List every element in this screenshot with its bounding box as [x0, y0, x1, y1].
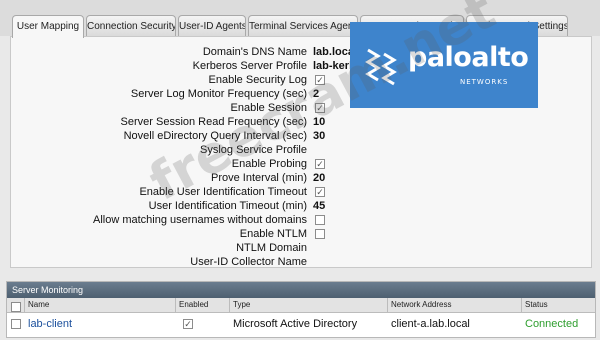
column-header-enabled[interactable]: Enabled	[179, 298, 208, 312]
logo-subtext: NETWORKS	[460, 78, 509, 86]
setting-row: Novell eDirectory Query Interval (sec) 3…	[11, 130, 593, 143]
server-monitoring-title: Server Monitoring	[7, 282, 595, 298]
setting-row: Enable Probing ✓	[11, 158, 593, 171]
setting-checkbox[interactable]: ✓	[315, 187, 325, 197]
paloalto-mark-icon	[365, 48, 397, 86]
tab-terminal-services-agents[interactable]: Terminal Services Agents	[248, 15, 358, 37]
setting-label: Server Session Read Frequency (sec)	[120, 116, 307, 128]
server-name-link[interactable]: lab-client	[28, 313, 72, 335]
setting-label: Enable NTLM	[239, 228, 307, 240]
setting-label: Server Log Monitor Frequency (sec)	[130, 88, 307, 100]
tab-user-mapping[interactable]: User Mapping	[12, 15, 84, 38]
setting-row: Server Session Read Frequency (sec) 10	[11, 116, 593, 129]
column-header-name[interactable]: Name	[28, 298, 49, 312]
setting-label: Domain's DNS Name	[202, 46, 307, 58]
setting-checkbox[interactable]	[315, 229, 325, 239]
setting-row: Enable User Identification Timeout ✓	[11, 186, 593, 199]
logo-wordmark: paloalto	[408, 42, 529, 73]
setting-checkbox[interactable]: ✓	[315, 103, 325, 113]
tab-user-id-agents[interactable]: User-ID Agents	[178, 15, 246, 37]
setting-label: Syslog Service Profile	[200, 144, 307, 156]
setting-label: Prove Interval (min)	[211, 172, 307, 184]
setting-label: Novell eDirectory Query Interval (sec)	[123, 130, 307, 142]
setting-row: User Identification Timeout (min) 45	[11, 200, 593, 213]
column-header-type[interactable]: Type	[233, 298, 250, 312]
setting-row: NTLM Domain	[11, 242, 593, 255]
setting-label: Enable Security Log	[208, 74, 307, 86]
setting-label: Kerberos Server Profile	[192, 60, 307, 72]
setting-value: 2	[313, 88, 320, 100]
setting-value: 30	[313, 130, 326, 142]
setting-value: 10	[313, 116, 326, 128]
column-header-network-address[interactable]: Network Address	[391, 298, 451, 312]
setting-row: Allow matching usernames without domains	[11, 214, 593, 227]
tab-connection-security[interactable]: Connection Security	[86, 15, 176, 37]
setting-label: Enable Session	[230, 102, 307, 114]
server-type: Microsoft Active Directory	[233, 318, 358, 330]
setting-label: User Identification Timeout (min)	[148, 200, 307, 212]
column-header-status[interactable]: Status	[525, 298, 548, 312]
setting-label: Enable Probing	[231, 158, 307, 170]
setting-checkbox[interactable]: ✓	[315, 75, 325, 85]
server-monitoring-header: Name Enabled Type Network Address Status	[7, 298, 595, 313]
select-all-checkbox[interactable]	[11, 302, 21, 312]
setting-label: Allow matching usernames without domains	[93, 214, 307, 226]
table-row[interactable]: lab-client ✓ Microsoft Active Directory …	[7, 313, 595, 335]
server-network-address: client-a.lab.local	[391, 318, 470, 330]
setting-row: User-ID Collector Name	[11, 256, 593, 269]
server-monitoring-section: Server Monitoring Name Enabled Type Netw…	[6, 281, 596, 338]
setting-checkbox[interactable]	[315, 215, 325, 225]
setting-row: Syslog Service Profile	[11, 144, 593, 157]
setting-label: NTLM Domain	[236, 242, 307, 254]
row-select-checkbox[interactable]	[11, 319, 21, 329]
setting-row: Prove Interval (min) 20	[11, 172, 593, 185]
server-status: Connected	[525, 318, 579, 330]
setting-value: 20	[313, 172, 326, 184]
setting-label: Enable User Identification Timeout	[139, 186, 307, 198]
setting-label: User-ID Collector Name	[190, 256, 307, 268]
setting-value: 45	[313, 200, 326, 212]
setting-checkbox[interactable]: ✓	[315, 159, 325, 169]
enabled-checkbox: ✓	[183, 319, 193, 329]
paloalto-logo: paloalto NETWORKS	[350, 22, 538, 108]
setting-row: Enable NTLM	[11, 228, 593, 241]
